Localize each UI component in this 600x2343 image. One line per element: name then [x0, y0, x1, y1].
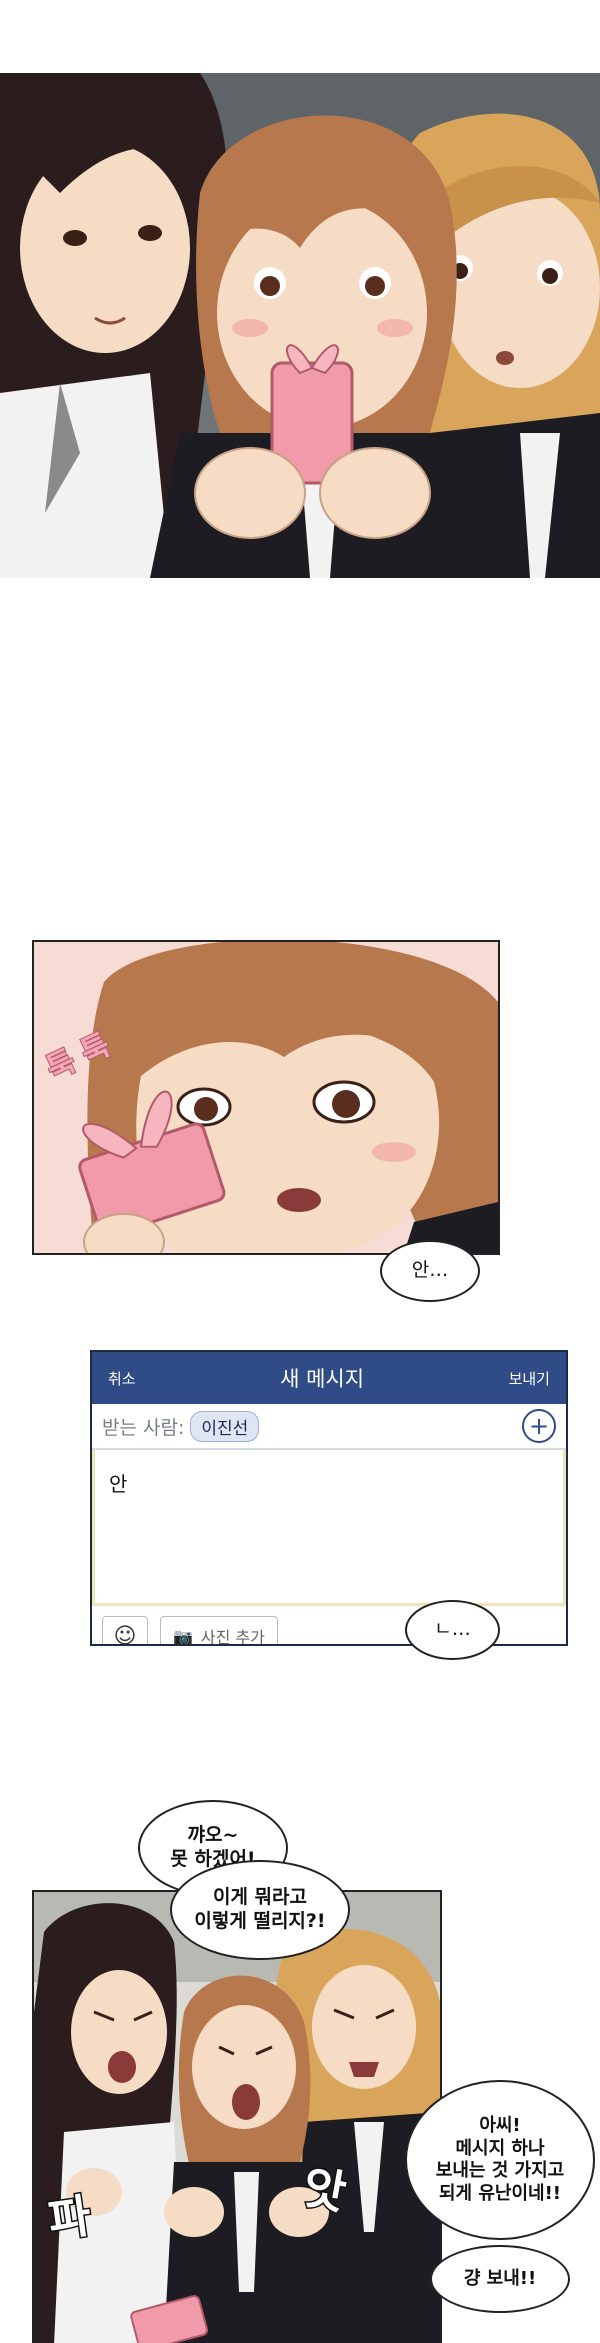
emoji-button[interactable]: ☺	[102, 1616, 148, 1646]
recipient-chip[interactable]: 이진선	[190, 1410, 260, 1442]
bubble-just-send: 걍 보내!!	[430, 2245, 570, 2313]
panel-closeup-phone: 툭 툭	[32, 940, 500, 1255]
panel-reacting-art	[34, 1892, 440, 2343]
recipient-label: 받는 사람:	[102, 1416, 185, 1439]
message-nav-bar: 취소 새 메시지 보내기	[92, 1352, 566, 1404]
bubble-fussing: 아씨! 메시지 하나 보내는 것 가지고 되게 유난이네!!	[405, 2080, 595, 2240]
bubble-n: ㄴ…	[405, 1600, 500, 1660]
cancel-button[interactable]: 취소	[108, 1368, 136, 1389]
sfx-pa: 파	[43, 2187, 95, 2249]
message-body-field[interactable]: 안	[92, 1450, 566, 1606]
send-button[interactable]: 보내기	[509, 1368, 550, 1389]
new-message-screen: 취소 새 메시지 보내기 받는 사람: 이진선 + 안 ☺ 📷 사진 추가	[90, 1350, 568, 1646]
add-photo-label: 사진 추가	[200, 1628, 265, 1646]
bubble-trembling: 이게 뭐라고 이렇게 떨리지?!	[170, 1860, 350, 1960]
panel-three-girls-art	[0, 73, 600, 578]
recipient-row[interactable]: 받는 사람: 이진선 +	[92, 1404, 566, 1450]
panel-three-girls	[0, 73, 600, 578]
add-photo-button[interactable]: 📷 사진 추가	[160, 1616, 278, 1646]
camera-icon: 📷	[173, 1626, 193, 1646]
panel-closeup-art	[34, 942, 498, 1253]
message-title: 새 메시지	[280, 1367, 365, 1391]
bubble-an: 안…	[380, 1240, 480, 1302]
smiley-icon: ☺	[113, 1623, 137, 1646]
add-recipient-button[interactable]: +	[522, 1409, 556, 1443]
